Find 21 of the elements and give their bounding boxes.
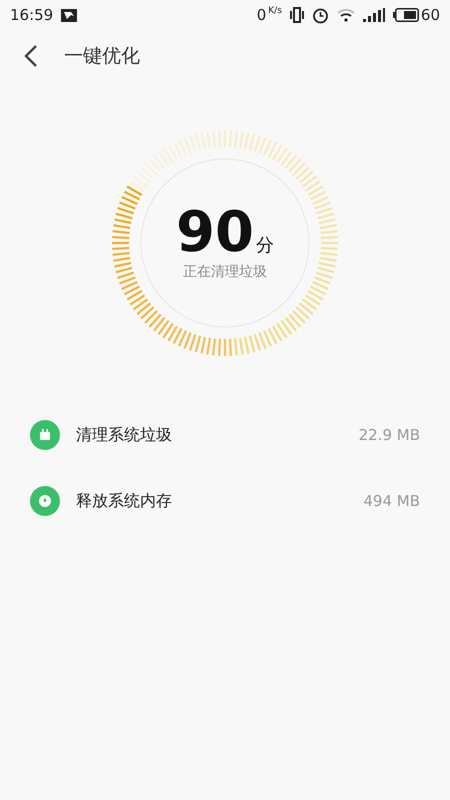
vibrate-icon [290, 7, 304, 23]
item-label: 释放系统内存 [76, 490, 172, 512]
score-unit: 分 [256, 234, 274, 258]
battery-percent: 60 [420, 6, 440, 24]
score-value: 90 [176, 205, 254, 261]
item-label: 清理系统垃圾 [76, 424, 172, 446]
status-time: 16:59 [10, 6, 54, 24]
page-title: 一键优化 [64, 44, 140, 69]
signal-icon [362, 8, 385, 22]
wifi-icon [336, 8, 355, 22]
alarm-icon [312, 6, 329, 24]
speed-unit: K/s [268, 6, 282, 16]
battery-icon [392, 8, 419, 22]
item-size: 22.9 MB [358, 426, 420, 444]
item-size: 494 MB [363, 492, 420, 510]
back-button[interactable] [24, 44, 38, 68]
back-icon [24, 44, 38, 68]
gauge-icon [30, 486, 60, 516]
network-speed: 0 [256, 6, 266, 24]
cleaning-status: 正在清理垃圾 [183, 263, 267, 281]
image-icon [61, 8, 78, 22]
